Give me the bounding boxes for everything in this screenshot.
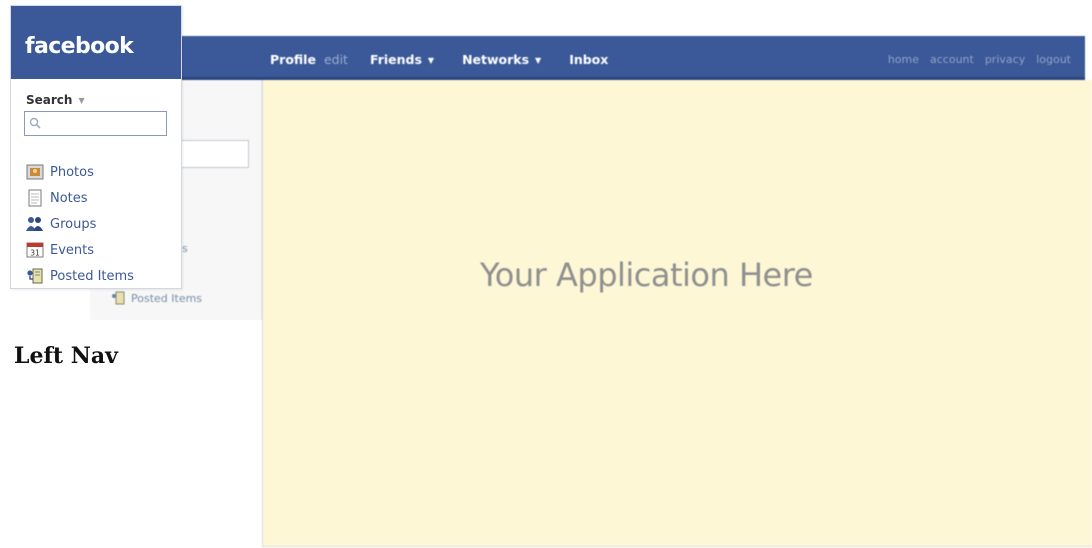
chevron-down-icon: ▼ [535, 56, 542, 65]
events-icon: 31 [26, 241, 44, 259]
search-input[interactable] [43, 114, 163, 132]
nav-inbox-link[interactable]: Inbox [569, 52, 608, 67]
nav-privacy-link[interactable]: privacy [985, 53, 1025, 66]
nav-item-events[interactable]: 31 Events [26, 237, 134, 263]
application-list: Photos Notes Groups 31 Events Posted Ite… [26, 159, 134, 289]
background-search-input[interactable] [180, 140, 249, 168]
nav-item-photos[interactable]: Photos [26, 159, 134, 185]
nav-item-groups[interactable]: Groups [26, 211, 134, 237]
left-nav-caption: Left Nav [14, 343, 118, 369]
nav-edit-link[interactable]: edit [324, 52, 348, 67]
account-nav-links: home account privacy logout [877, 53, 1071, 66]
nav-home-link[interactable]: home [888, 53, 919, 66]
nav-networks-link[interactable]: Networks ▼ [462, 52, 541, 67]
background-posted-items[interactable]: Posted Items [111, 291, 202, 305]
nav-account-link[interactable]: account [930, 53, 974, 66]
svg-text:31: 31 [30, 249, 40, 258]
left-nav-header: facebook [11, 6, 181, 79]
background-sidebar-fragment: s [182, 242, 188, 255]
nav-item-label: Events [50, 242, 95, 258]
application-placeholder-text: Your Application Here [480, 256, 813, 294]
search-menu[interactable]: Search ▼ [26, 93, 85, 107]
chevron-down-icon: ▼ [78, 95, 85, 105]
nav-item-label: Notes [50, 190, 88, 206]
top-navigation-bar: Profile edit Friends ▼ Networks ▼ Inbox ho… [90, 36, 1085, 80]
application-canvas [262, 80, 1092, 547]
chevron-down-icon: ▼ [427, 56, 435, 65]
nav-item-label: Posted Items [50, 268, 134, 284]
nav-profile-link[interactable]: Profile [270, 52, 316, 67]
search-label: Search [26, 93, 73, 107]
posted-items-icon [26, 267, 44, 285]
background-posted-items-label: Posted Items [131, 291, 203, 305]
nav-item-label: Photos [50, 164, 94, 180]
nav-item-posted-items[interactable]: Posted Items [26, 263, 134, 289]
top-nav-links: Profile edit Friends ▼ Networks ▼ Inbox [270, 52, 622, 67]
notes-icon [26, 189, 44, 207]
nav-friends-link[interactable]: Friends ▼ [370, 52, 434, 67]
left-nav-panel: facebook Search ▼ Photos Notes Groups 31… [10, 5, 182, 289]
nav-friends-label: Friends [369, 52, 422, 67]
facebook-logo[interactable]: facebook [25, 34, 134, 59]
nav-item-notes[interactable]: Notes [26, 185, 134, 211]
photos-icon [26, 163, 44, 181]
nav-networks-label: Networks [462, 52, 530, 67]
nav-item-label: Groups [50, 216, 97, 232]
groups-icon [26, 215, 44, 233]
search-box[interactable] [24, 111, 167, 136]
posted-items-icon [112, 291, 125, 305]
search-icon [29, 117, 41, 129]
nav-logout-link[interactable]: logout [1036, 53, 1071, 66]
